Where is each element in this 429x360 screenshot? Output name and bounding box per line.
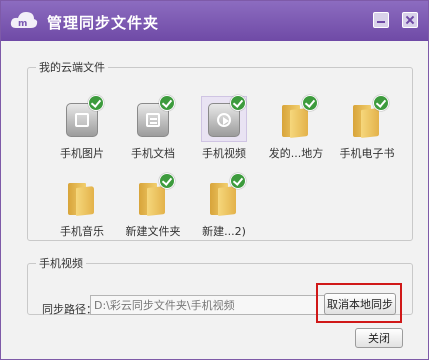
file-icon-box (131, 95, 175, 141)
window-title: 管理同步文件夹 (47, 14, 160, 32)
cloud-file-label: 手机图片 (60, 147, 104, 160)
title-bar: m 管理同步文件夹 (1, 1, 428, 41)
sync-folder-legend: 手机视频 (39, 257, 83, 270)
synced-check-icon (230, 95, 246, 111)
synced-check-icon (159, 173, 175, 189)
synced-check-icon (302, 95, 318, 111)
folder-icon (282, 105, 308, 138)
close-button[interactable]: 关闭 (355, 328, 403, 348)
cloud-file-label: 新建...2) (202, 225, 246, 238)
sync-folder-dialog: m 管理同步文件夹 我的云端文件 手机图片 手机文档 手机视频 发的...地方 手机电子… (0, 0, 429, 360)
sync-path-field[interactable] (90, 295, 334, 315)
folder-icon (139, 183, 165, 216)
highlight-box: 取消本地同步 (316, 283, 402, 323)
synced-check-icon (373, 95, 389, 111)
synced-check-icon (230, 173, 246, 189)
file-icon-box (201, 95, 247, 142)
cloud-file-item[interactable]: 手机视频 (188, 95, 260, 163)
folder-icon (353, 105, 379, 138)
cloud-file-label: 手机文档 (131, 147, 175, 160)
cloud-file-label: 手机电子书 (339, 147, 395, 160)
folder-icon (68, 183, 94, 216)
cloud-files-legend: 我的云端文件 (39, 61, 105, 74)
sync-settings-group: 手机视频 同步路径： 取消本地同步 (27, 255, 413, 323)
cloud-file-item[interactable]: 新建文件夹 (117, 173, 189, 241)
sync-path-label: 同步路径： (42, 303, 97, 316)
file-icon-box (60, 175, 104, 219)
file-icon-box (202, 173, 246, 219)
file-icon-box (60, 95, 104, 141)
cloud-files-group: 我的云端文件 手机图片 手机文档 手机视频 发的...地方 手机电子书手机音乐 新建文件夹… (27, 59, 413, 241)
file-icon-box (131, 173, 175, 219)
minimize-button[interactable] (373, 12, 389, 28)
svg-text:m: m (18, 19, 27, 29)
cloud-logo-icon: m (10, 12, 38, 29)
file-icon-box (345, 95, 389, 141)
synced-check-icon (159, 95, 175, 111)
cloud-file-label: 发的...地方 (268, 147, 324, 160)
cloud-file-label: 新建文件夹 (125, 225, 181, 238)
window-close-button[interactable] (402, 12, 418, 28)
cloud-file-item[interactable]: 手机电子书 (331, 95, 403, 163)
cancel-local-sync-button[interactable]: 取消本地同步 (324, 293, 396, 315)
cloud-file-item[interactable]: 新建...2) (188, 173, 260, 241)
cloud-file-item[interactable]: 发的...地方 (260, 95, 332, 163)
cloud-file-item[interactable]: 手机音乐 (46, 175, 118, 241)
cloud-file-item[interactable]: 手机文档 (117, 95, 189, 163)
cloud-file-label: 手机视频 (202, 147, 246, 160)
cloud-file-item[interactable]: 手机图片 (46, 95, 118, 163)
cloud-file-label: 手机音乐 (60, 225, 104, 238)
folder-icon (210, 183, 236, 216)
file-icon-box (274, 95, 318, 141)
synced-check-icon (88, 95, 104, 111)
